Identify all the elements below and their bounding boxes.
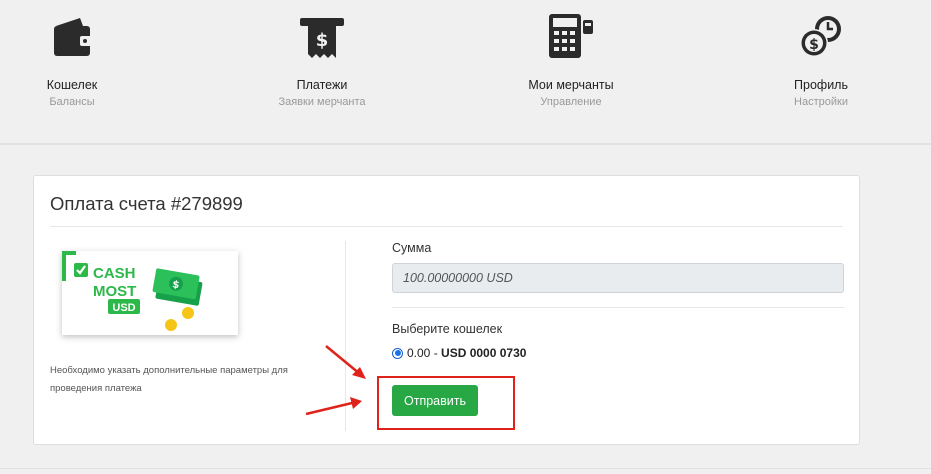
amount-field: 100.00000000 USD <box>392 263 844 293</box>
nav-item-subtitle: Управление <box>540 96 602 108</box>
wallet-balance: 0.00 - <box>407 346 438 360</box>
annotation-arrows <box>305 345 366 416</box>
svg-text:$: $ <box>316 30 329 51</box>
nav-item-title: Платежи <box>296 78 348 92</box>
amount-label: Сумма <box>392 241 432 255</box>
nav-item-subtitle: Заявки мерчанта <box>278 96 366 108</box>
page-title: Оплата счета #279899 <box>50 193 243 214</box>
footer-divider <box>0 468 931 469</box>
logo-text-cash: CASH <box>93 265 136 282</box>
calculator-icon <box>549 14 593 58</box>
nav-item-title: Кошелек <box>46 78 98 92</box>
svg-text:$: $ <box>809 37 819 53</box>
wallet-name: USD 0000 0730 <box>441 346 527 360</box>
title-divider <box>50 226 843 227</box>
nav-item-subtitle: Балансы <box>49 96 95 108</box>
nav-item-subtitle: Настройки <box>794 96 848 108</box>
receipt-icon: $ <box>300 18 344 58</box>
wallet-radio[interactable] <box>392 347 403 359</box>
wallet-icon <box>54 18 92 56</box>
highlight-box <box>377 376 515 430</box>
logo-badge: USD <box>112 302 135 314</box>
parameters-note: Необходимо указать дополнительные параме… <box>50 365 288 394</box>
wallet-label: Выберите кошелек <box>392 322 503 336</box>
form-divider <box>392 307 844 308</box>
top-navigation: Кошелек Балансы $ Платежи Заявки мерчант… <box>0 0 931 145</box>
coins-icon: $ <box>800 16 841 57</box>
cashmost-logo: CASH MOST USD $ <box>62 251 238 335</box>
logo-text-most: MOST <box>93 283 136 300</box>
wallet-option[interactable]: 0.00 - USD 0000 0730 <box>392 346 526 360</box>
nav-item-title: Мои мерчанты <box>528 78 614 92</box>
nav-item-title: Профиль <box>794 78 848 92</box>
